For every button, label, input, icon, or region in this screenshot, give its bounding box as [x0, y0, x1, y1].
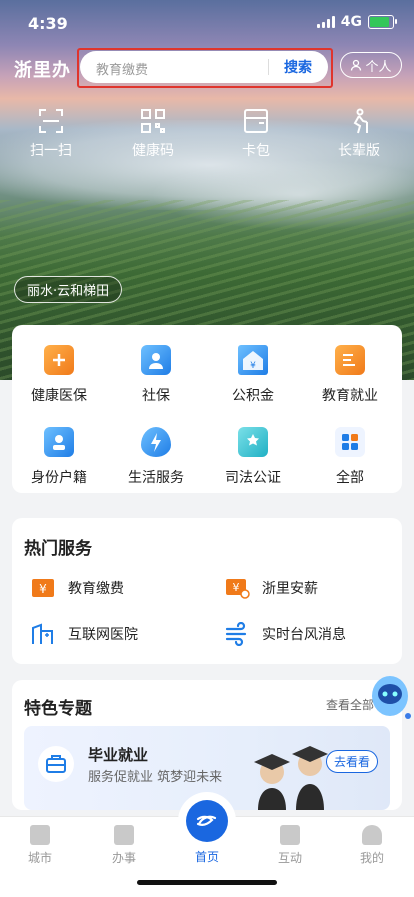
hot-item[interactable]: 实时台风消息: [224, 621, 346, 647]
service-grid: 健康医保 社保 ¥ 公积金 教育就业 身份户籍 生活服务 司法公证 全部: [12, 325, 402, 493]
service-label: 司法公证: [225, 470, 281, 486]
service-item[interactable]: 生活服务: [111, 427, 201, 487]
card-wallet-icon: [244, 109, 268, 133]
graduates-image: [254, 746, 328, 810]
life-service-icon: [141, 427, 171, 457]
status-bar: 4:39 4G: [0, 0, 414, 46]
service-label: 身份户籍: [31, 470, 87, 486]
person-icon: [351, 59, 362, 71]
service-label: 健康医保: [31, 388, 87, 404]
service-item[interactable]: ¥ 公积金: [208, 345, 298, 405]
scan-icon: [39, 109, 63, 133]
battery-icon: [368, 15, 397, 29]
tab-home[interactable]: [178, 792, 236, 850]
hot-item-label: 实时台风消息: [262, 627, 346, 643]
top-bar: 浙里办 教育缴费 搜索 个人: [0, 48, 414, 88]
briefcase-icon: [38, 746, 74, 782]
tab-mine[interactable]: 我的: [342, 825, 402, 866]
housing-fund-icon: ¥: [238, 345, 268, 375]
service-label: 社保: [142, 388, 170, 404]
search-bar[interactable]: 教育缴费 搜索: [80, 51, 328, 83]
app-logo: 浙里办: [14, 60, 71, 81]
elder-icon: [353, 108, 368, 134]
service-item[interactable]: 身份户籍: [14, 427, 104, 487]
service-label: 教育就业: [322, 388, 378, 404]
service-label: 全部: [336, 470, 364, 486]
go-see-button[interactable]: 去看看: [325, 750, 378, 773]
id-card-icon: [44, 427, 74, 457]
assistant-robot-icon[interactable]: [368, 670, 412, 720]
hot-item-label: 互联网医院: [68, 627, 138, 643]
service-item[interactable]: 教育就业: [305, 345, 395, 405]
tab-services[interactable]: 办事: [94, 825, 154, 866]
profile-button[interactable]: 个人: [340, 52, 402, 78]
hot-item[interactable]: ¥ 教育缴费: [30, 576, 124, 600]
banner-subtitle: 服务促就业 筑梦迎未来: [88, 770, 223, 785]
hot-item-label: 浙里安薪: [262, 581, 318, 597]
search-button[interactable]: 搜索: [276, 57, 320, 77]
status-time: 4:39: [28, 14, 68, 33]
tab-label: 互动: [277, 851, 302, 865]
section-title: 热门服务: [24, 539, 92, 559]
education-icon: [335, 345, 365, 375]
svg-text:¥: ¥: [250, 361, 256, 371]
social-security-icon: [141, 345, 171, 375]
tab-city[interactable]: 城市: [10, 825, 70, 866]
typhoon-icon: [224, 621, 250, 647]
hot-item-label: 教育缴费: [68, 581, 124, 597]
hot-item[interactable]: ¥ 浙里安薪: [224, 576, 318, 600]
service-label: 公积金: [232, 388, 274, 404]
network-label: 4G: [340, 14, 362, 30]
qr-code-icon: [141, 109, 165, 133]
service-item[interactable]: 司法公证: [208, 427, 298, 487]
tab-label: 城市: [27, 851, 52, 865]
svg-text:¥: ¥: [233, 581, 240, 594]
section-title: 特色专题: [24, 699, 92, 719]
tab-label: 我的: [359, 851, 384, 865]
tuition-payment-icon: ¥: [30, 576, 56, 600]
hot-item[interactable]: 互联网医院: [30, 622, 138, 646]
medical-insurance-icon: [44, 345, 74, 375]
service-item[interactable]: 社保: [111, 345, 201, 405]
clipboard-icon: [114, 825, 134, 845]
hot-services: 热门服务 ¥ 教育缴费 ¥ 浙里安薪 互联网医院 实时台风消息: [12, 518, 402, 664]
quick-action-scan[interactable]: 扫一扫: [11, 108, 91, 160]
search-input[interactable]: 教育缴费: [96, 59, 148, 78]
tab-interact[interactable]: 互动: [260, 825, 320, 866]
all-apps-icon: [335, 427, 365, 457]
signal-icon: [316, 16, 335, 28]
banner-title: 毕业就业: [88, 746, 149, 764]
svg-text:¥: ¥: [39, 582, 47, 596]
profile-label: 个人: [365, 59, 392, 75]
quick-action-label: 扫一扫: [30, 143, 72, 159]
special-topics: 特色专题 查看全部 毕业就业 服务促就业 筑梦迎未来 去看看: [12, 680, 402, 810]
location-tag[interactable]: 丽水·云和梯田: [14, 276, 123, 303]
tab-label: 首页: [194, 850, 219, 864]
chat-icon: [280, 825, 300, 845]
home-indicator: [137, 880, 277, 885]
quick-action-label: 卡包: [242, 143, 270, 159]
quick-action-health-code[interactable]: 健康码: [113, 108, 193, 160]
quick-action-elder[interactable]: 长辈版: [319, 108, 399, 160]
city-icon: [30, 825, 50, 845]
quick-action-label: 健康码: [132, 143, 174, 159]
quick-action-label: 长辈版: [338, 143, 380, 159]
service-item[interactable]: 全部: [305, 427, 395, 487]
quick-actions: 扫一扫 健康码 卡包 长辈版: [0, 108, 414, 168]
service-item[interactable]: 健康医保: [14, 345, 104, 405]
salary-icon: ¥: [224, 576, 250, 600]
notary-icon: [238, 427, 268, 457]
view-all-link[interactable]: 查看全部: [326, 696, 374, 713]
hospital-icon: [30, 622, 56, 646]
quick-action-card-wallet[interactable]: 卡包: [216, 108, 296, 160]
home-icon: [186, 800, 228, 842]
user-icon: [362, 825, 382, 845]
tab-label: 办事: [111, 851, 136, 865]
service-label: 生活服务: [128, 470, 184, 486]
